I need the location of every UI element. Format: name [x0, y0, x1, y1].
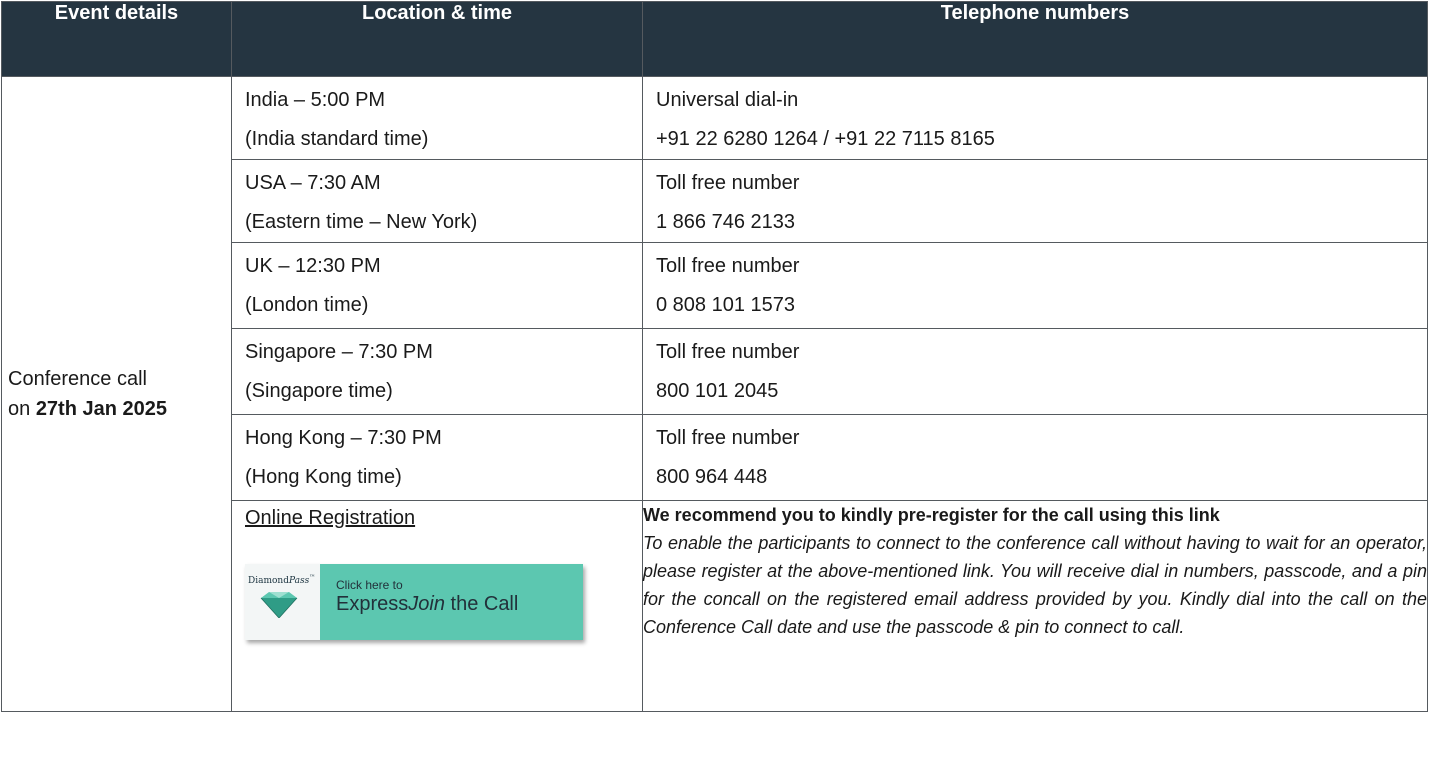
banner-big-text: ExpressJoin the Call [336, 593, 519, 615]
recommend-text: We recommend you to kindly pre-register … [643, 505, 1220, 525]
number-type: Toll free number [656, 172, 800, 194]
phone-cell: Universal dial-in +91 22 6280 1264 / +91… [642, 76, 1428, 160]
header-telephone-numbers: Telephone numbers [642, 1, 1428, 77]
phone-cell: Toll free number 0 808 101 1573 [642, 242, 1428, 329]
number-type: Universal dial-in [656, 89, 799, 111]
table-row: Conference call on 27th Jan 2025 India –… [1, 76, 1428, 712]
location-label: Hong Kong – 7:30 PM [245, 427, 442, 449]
online-registration-link[interactable]: Online Registration [245, 507, 415, 530]
banner-cta: Click here to ExpressJoin the Call [320, 564, 583, 640]
diamond-icon [260, 592, 298, 618]
timezone-label: (India standard time) [245, 128, 429, 150]
location-cell: India – 5:00 PM (India standard time) [231, 76, 643, 160]
phone-cell: Toll free number 800 964 448 [642, 414, 1428, 501]
diamondpass-logo: DiamondPass™ [245, 564, 320, 640]
phone-number: 1 866 746 2133 [656, 211, 796, 233]
phone-number: 800 964 448 [656, 466, 768, 488]
location-label: USA – 7:30 AM [245, 172, 381, 194]
location-label: India – 5:00 PM [245, 89, 386, 111]
conference-call-table: Event details Location & time Telephone … [1, 1, 1428, 712]
number-type: Toll free number [656, 341, 800, 363]
phone-cell: Toll free number 1 866 746 2133 [642, 159, 1428, 243]
location-cell: USA – 7:30 AM (Eastern time – New York) [231, 159, 643, 243]
event-date: 27th Jan 2025 [35, 398, 168, 420]
timezone-label: (Hong Kong time) [245, 466, 402, 488]
phone-cell: Toll free number 800 101 2045 [642, 328, 1428, 415]
phone-number: 0 808 101 1573 [656, 294, 796, 316]
timezone-label: (Singapore time) [245, 380, 393, 402]
registration-info-cell: We recommend you to kindly pre-register … [642, 500, 1428, 712]
timezone-label: (London time) [245, 294, 369, 316]
number-type: Toll free number [656, 255, 800, 277]
location-cell: Singapore – 7:30 PM (Singapore time) [231, 328, 643, 415]
event-on: on [8, 398, 31, 420]
header-location-time: Location & time [231, 1, 643, 77]
banner-small-text: Click here to [336, 578, 403, 592]
diamondpass-brand: DiamondPass™ [248, 574, 316, 586]
timezone-label: (Eastern time – New York) [245, 211, 478, 233]
phone-number: +91 22 6280 1264 / +91 22 7115 8165 [656, 128, 995, 150]
registration-cell: Online Registration DiamondPass™ Click h… [231, 500, 643, 712]
location-cell: Hong Kong – 7:30 PM (Hong Kong time) [231, 414, 643, 501]
location-cell: UK – 12:30 PM (London time) [231, 242, 643, 329]
location-label: UK – 12:30 PM [245, 255, 381, 277]
event-title: Conference call [8, 368, 147, 390]
registration-details-text: To enable the participants to connect to… [643, 533, 1427, 637]
express-join-banner[interactable]: DiamondPass™ Click here to ExpressJoin t… [245, 564, 583, 640]
location-label: Singapore – 7:30 PM [245, 341, 433, 363]
header-event-details: Event details [1, 1, 232, 77]
event-details-cell: Conference call on 27th Jan 2025 [1, 76, 232, 712]
number-type: Toll free number [656, 427, 800, 449]
header-row: Event details Location & time Telephone … [1, 1, 1428, 77]
phone-number: 800 101 2045 [656, 380, 779, 402]
